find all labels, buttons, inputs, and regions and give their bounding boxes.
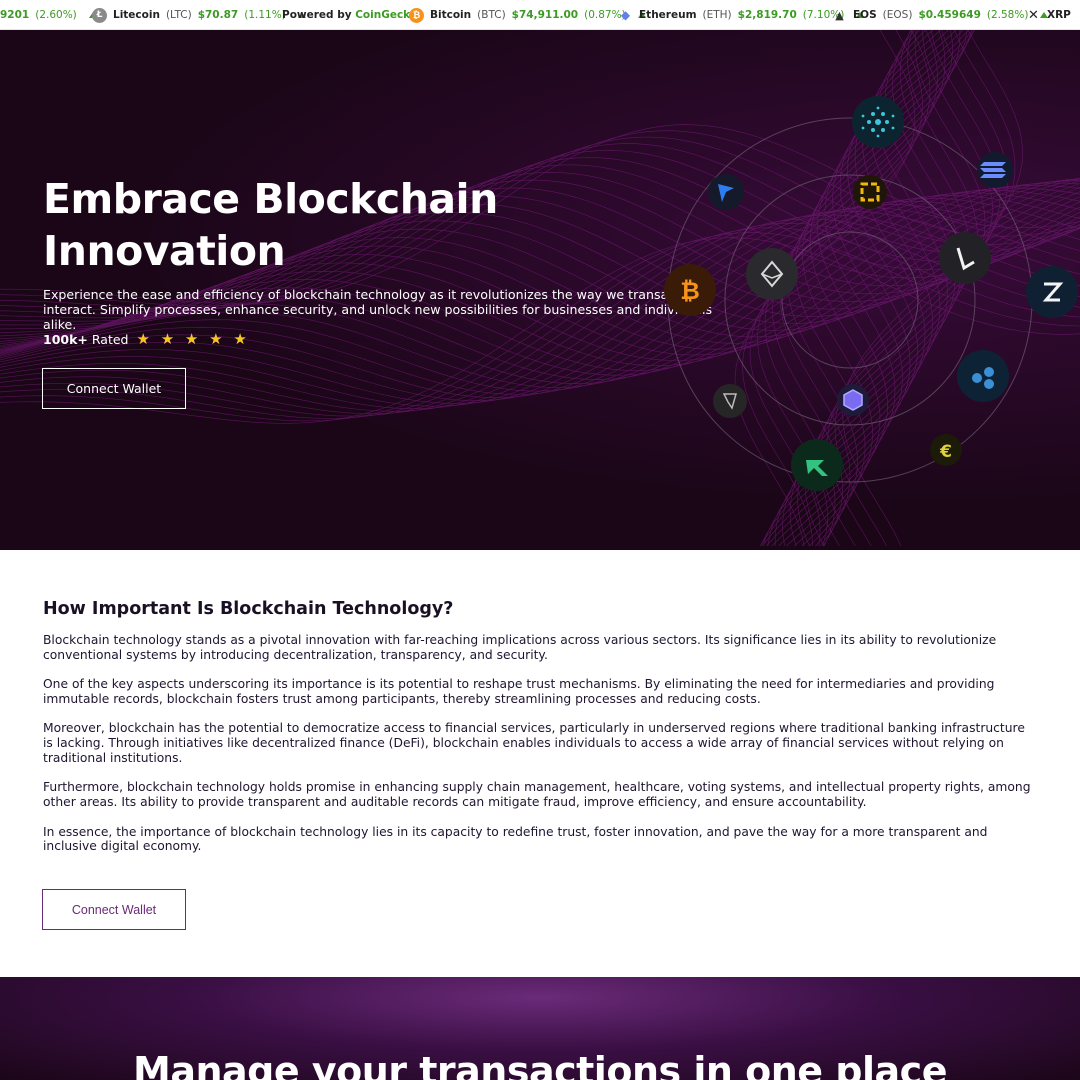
rated-label: Rated (91, 331, 129, 347)
ticker-powered-by[interactable]: Powered by CoinGecko (282, 0, 417, 29)
polygon-icon (837, 384, 869, 416)
connect-wallet-button[interactable]: Connect Wallet (42, 368, 186, 409)
ticker-name: EOS (853, 9, 877, 21)
paragraph: Furthermore, blockchain technology holds… (43, 780, 1031, 810)
binance-icon (853, 175, 887, 209)
arrow-icon (708, 174, 744, 210)
tron-icon (1026, 266, 1078, 318)
ticker-item-partial[interactable]: 9201 (2.60%) (0, 0, 97, 29)
ticker-price: $70.87 (197, 9, 239, 21)
litecoin-icon (939, 232, 991, 284)
ticker-symbol: (ETH) (702, 9, 732, 21)
cardano-icon (852, 96, 904, 148)
solana-icon (977, 152, 1013, 188)
litecoin-icon: Ł (92, 7, 107, 23)
ripple-icon (957, 350, 1009, 402)
importance-section: How Important Is Blockchain Technology? … (0, 550, 1080, 977)
ticker-symbol: (LTC) (165, 9, 192, 21)
ticker-price: $0.459649 (918, 9, 981, 21)
ticker-price: 9201 (0, 9, 30, 21)
section-title: How Important Is Blockchain Technology? (43, 599, 454, 619)
ticker-symbol: (BTC) (477, 9, 506, 21)
ticker-name: Bitcoin (430, 9, 472, 21)
orbit-ring-inner (781, 231, 919, 369)
connect-wallet-button-secondary[interactable]: Connect Wallet (42, 889, 186, 930)
ticker-item-ethereum[interactable]: ◆ Ethereum (ETH) $2,819.70 (7.10%) (618, 0, 865, 29)
ticker-name: Litecoin (113, 9, 160, 21)
eos-icon: ▲ (835, 8, 844, 22)
paragraph: Blockchain technology stands as a pivota… (43, 633, 997, 662)
ticker-change: (1.11%) (244, 9, 286, 21)
paragraph: In essence, the importance of blockchain… (43, 824, 988, 854)
ticker-symbol: (EOS) (882, 9, 913, 21)
rated-count: 100k+ (43, 331, 88, 347)
hero-title: Embrace Blockchain Innovation (43, 173, 498, 277)
rating: 100k+ Rated ★ ★ ★ ★ ★ (43, 330, 250, 348)
paragraph: Moreover, blockchain has the potential t… (43, 721, 1025, 765)
ticker-item-xrp[interactable]: ✕ XRP (1026, 0, 1071, 29)
ticker-item-eos[interactable]: ▲ EOS (EOS) $0.459649 (2.58%) (832, 0, 1049, 29)
coin-orbit-graphic: ₿ € (664, 96, 1078, 491)
hero-title-line1: Embrace Blockchain (43, 175, 498, 223)
star-rating-icon: ★ ★ ★ ★ ★ (136, 330, 250, 348)
ethereum-icon: ◆ (620, 8, 631, 22)
ticker-item-bitcoin[interactable]: ₿ Bitcoin (BTC) $74,911.00 (0.87%) (409, 0, 646, 29)
eos-icon (713, 384, 747, 418)
xrp-icon: ✕ (1028, 7, 1039, 23)
powered-label: Powered by (282, 9, 356, 21)
svg-text:₿: ₿ (680, 277, 700, 305)
bitcoin-icon: ₿ (664, 264, 716, 316)
bitcoin-icon: ₿ (409, 7, 424, 23)
ticker-change: (2.58%) (986, 9, 1029, 21)
manage-transactions-section: Manage your transactions in one place (0, 977, 1080, 1080)
svg-text:€: € (939, 442, 952, 462)
price-ticker: 9201 (2.60%) Ł Litecoin (LTC) $70.87 (1.… (0, 0, 1080, 30)
ticker-item-litecoin[interactable]: Ł Litecoin (LTC) $70.87 (1.11%) (92, 0, 306, 29)
coingecko-link[interactable]: CoinGecko (355, 9, 417, 21)
ticker-name: Ethereum (639, 9, 697, 21)
hero-section: Embrace Blockchain Innovation Experience… (0, 30, 1080, 550)
paragraph: One of the key aspects underscoring its … (43, 677, 995, 706)
euro-coin-icon: € (930, 434, 962, 466)
ticker-price: $2,819.70 (737, 9, 797, 21)
section-body: Blockchain technology stands as a pivota… (43, 633, 1038, 869)
ticker-name: XRP (1047, 9, 1071, 21)
tether-icon (791, 439, 843, 491)
ticker-price: $74,911.00 (511, 9, 579, 21)
hero-title-line2: Innovation (43, 227, 286, 275)
ticker-change: (2.60%) (35, 9, 77, 21)
manage-title: Manage your transactions in one place (133, 1049, 947, 1080)
ethereum-icon (746, 248, 798, 300)
